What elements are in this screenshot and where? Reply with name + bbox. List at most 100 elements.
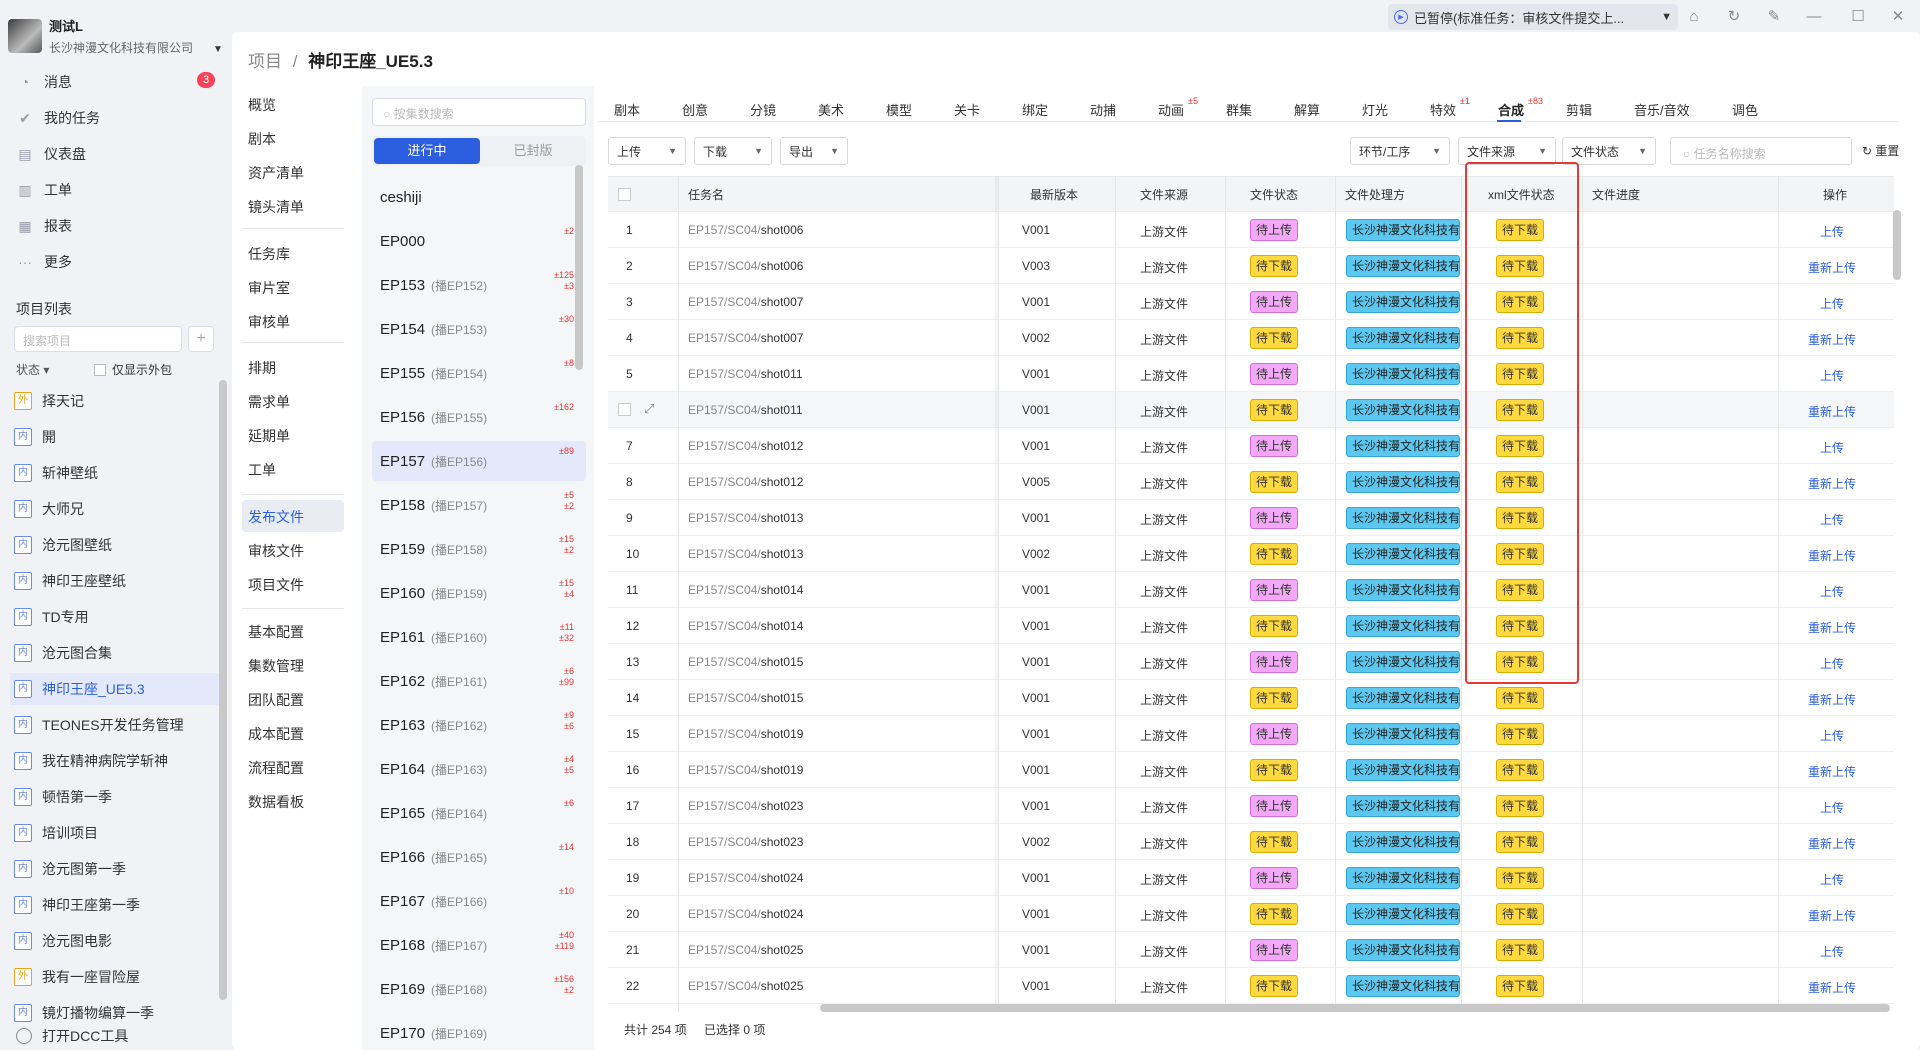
episode-item[interactable]: EP168 (播EP167) ±40 ±119 (372, 925, 586, 965)
project-item[interactable]: 内 TD专用 (10, 601, 222, 633)
project-item[interactable]: 内沧元图合集 (10, 637, 222, 669)
breadcrumb-root[interactable]: 项目 (248, 52, 282, 71)
table-row[interactable]: 1 EP157/SC04/shot006 V001 上游文件 待上传 长沙神漫文化科技有限… (608, 212, 1894, 248)
reupload-link[interactable]: 重新上传 (1808, 259, 1856, 276)
expand-icon[interactable]: ⤢ (644, 401, 654, 417)
reupload-link[interactable]: 重新上传 (1808, 619, 1856, 636)
episode-item[interactable]: EP157 (播EP156) ±89 (372, 441, 586, 481)
export-dropdown[interactable]: 导出 ▼ (780, 137, 848, 165)
episode-item[interactable]: EP164 (播EP163) ±4 ±5 (372, 749, 586, 789)
subnav-item[interactable]: 基本配置 (248, 622, 304, 642)
upload-link[interactable]: 上传 (1820, 367, 1844, 384)
episode-item[interactable]: ceshiji (372, 177, 586, 217)
tab-0[interactable]: 剧本 (614, 100, 640, 119)
reupload-link[interactable]: 重新上传 (1808, 763, 1856, 780)
subnav-item[interactable]: 资产清单 (248, 163, 304, 183)
task-status-pill[interactable]: ▶ 已暂停(标准任务：审核文件提交上... ▼ (1388, 4, 1678, 30)
project-item[interactable]: 内沧元图电影 (10, 925, 222, 957)
episode-item[interactable]: EP165 (播EP164) ±6 (372, 793, 586, 833)
episode-item[interactable]: EP169 (播EP168) ±156 ±2 (372, 969, 586, 1009)
episode-item[interactable]: EP161 (播EP160) ±11 ±32 (372, 617, 586, 657)
episode-item[interactable]: EP162 (播EP161) ±6 ±99 (372, 661, 586, 701)
add-project-button[interactable]: + (188, 326, 214, 352)
episode-item[interactable]: EP170 (播EP169) (372, 1013, 586, 1050)
subnav-item[interactable]: 团队配置 (248, 690, 304, 710)
subnav-item[interactable]: 概览 (248, 95, 276, 115)
project-item[interactable]: 内培训项目 (10, 817, 222, 849)
table-row[interactable]: 13 EP157/SC04/shot015 V001 上游文件 待上传 长沙神漫文化科技有… (608, 644, 1894, 680)
tab-3[interactable]: 美术 (818, 100, 844, 119)
subnav-item[interactable]: 审核单 (248, 312, 290, 332)
subnav-item[interactable]: 审核文件 (248, 541, 304, 561)
nav-item-3[interactable]: ▥ 工单 (16, 180, 72, 200)
episode-item[interactable]: EP155 (播EP154) ±8 (372, 353, 586, 393)
subnav-item[interactable]: 发布文件 (248, 507, 304, 527)
stage-filter[interactable]: 环节/工序 ▼ (1350, 137, 1450, 165)
open-dcc-button[interactable]: 打开DCC工具 (16, 1026, 128, 1046)
close-icon[interactable]: ✕ (1886, 6, 1910, 28)
reupload-link[interactable]: 重新上传 (1808, 403, 1856, 420)
chevron-down-icon[interactable]: ▼ (1661, 11, 1672, 23)
reupload-link[interactable]: 重新上传 (1808, 331, 1856, 348)
subnav-item[interactable]: 任务库 (248, 244, 290, 264)
subnav-item[interactable]: 排期 (248, 358, 276, 378)
project-item[interactable]: 内顿悟第一季 (10, 781, 222, 813)
episode-item[interactable]: EP158 (播EP157) ±5 ±2 (372, 485, 586, 525)
table-row[interactable]: 3 EP157/SC04/shot007 V001 上游文件 待上传 长沙神漫文化科技有限… (608, 284, 1894, 320)
nav-item-4[interactable]: ▦ 报表 (16, 216, 72, 236)
table-row[interactable]: 14 EP157/SC04/shot015 V001 上游文件 待下载 长沙神漫文化科技有… (608, 680, 1894, 716)
project-item[interactable]: 内沧元图壁纸 (10, 529, 222, 561)
project-item[interactable]: 内神印王座第一季 (10, 889, 222, 921)
tab-5[interactable]: 关卡 (954, 100, 980, 119)
reupload-link[interactable]: 重新上传 (1808, 475, 1856, 492)
upload-link[interactable]: 上传 (1820, 799, 1844, 816)
subnav-item[interactable]: 审片室 (248, 278, 290, 298)
project-item[interactable]: 内沧元图第一季 (10, 853, 222, 885)
table-row[interactable]: 7 EP157/SC04/shot012 V001 上游文件 待上传 长沙神漫文化科技有限… (608, 428, 1894, 464)
reupload-link[interactable]: 重新上传 (1808, 691, 1856, 708)
tab-in-progress[interactable]: 进行中 (374, 138, 480, 164)
table-row[interactable]: 5 EP157/SC04/shot011 V001 上游文件 待上传 长沙神漫文化科技有限… (608, 356, 1894, 392)
tab-8[interactable]: 动画 ±5 (1158, 96, 1198, 119)
pin-icon[interactable]: ✎ (1762, 6, 1786, 28)
table-row[interactable]: 12 EP157/SC04/shot014 V001 上游文件 待下载 长沙神漫文化科技有… (608, 608, 1894, 644)
table-row[interactable]: 4 EP157/SC04/shot007 V002 上游文件 待下载 长沙神漫文化科技有限… (608, 320, 1894, 356)
subnav-item[interactable]: 成本配置 (248, 724, 304, 744)
subnav-item[interactable]: 数据看板 (248, 792, 304, 812)
subnav-item[interactable]: 流程配置 (248, 758, 304, 778)
project-item[interactable]: 内斩神壁纸 (10, 457, 222, 489)
project-item[interactable]: 内镜灯播物编算一季 (10, 997, 222, 1029)
project-list-scrollbar[interactable] (219, 380, 227, 1000)
nav-item-0[interactable]: ◔ 消息 (16, 72, 72, 92)
project-search-input[interactable]: 搜索项目 (14, 326, 182, 352)
tab-11[interactable]: 灯光 (1362, 100, 1388, 119)
tab-9[interactable]: 群集 (1226, 100, 1252, 119)
tab-16[interactable]: 调色 (1732, 100, 1758, 119)
upload-link[interactable]: 上传 (1820, 871, 1844, 888)
select-all-checkbox[interactable] (618, 188, 631, 201)
project-item[interactable]: 内神印王座_UE5.3 (10, 673, 222, 705)
tab-4[interactable]: 模型 (886, 100, 912, 119)
upload-link[interactable]: 上传 (1820, 223, 1844, 240)
tab-14[interactable]: 剪辑 (1566, 100, 1592, 119)
upload-link[interactable]: 上传 (1820, 295, 1844, 312)
tab-2[interactable]: 分镜 (750, 100, 776, 119)
subnav-item[interactable]: 工单 (248, 460, 276, 480)
subnav-item[interactable]: 需求单 (248, 392, 290, 412)
reupload-link[interactable]: 重新上传 (1808, 979, 1856, 996)
tab-10[interactable]: 解算 (1294, 100, 1320, 119)
episode-item[interactable]: EP163 (播EP162) ±9 ±6 (372, 705, 586, 745)
status-filter[interactable]: 状态 ▾ (16, 361, 49, 378)
avatar[interactable] (8, 19, 42, 53)
subnav-item[interactable]: 项目文件 (248, 575, 304, 595)
subnav-item[interactable]: 剧本 (248, 129, 276, 149)
horizontal-scrollbar[interactable] (820, 1004, 1890, 1012)
tab-15[interactable]: 音乐/音效 (1634, 100, 1690, 119)
project-item[interactable]: 内我在精神病院学斩神 (10, 745, 222, 777)
table-row[interactable]: 17 EP157/SC04/shot023 V001 上游文件 待上传 长沙神漫文化科技有… (608, 788, 1894, 824)
nav-item-5[interactable]: ··· 更多 (16, 252, 72, 272)
status-filter-dropdown[interactable]: 文件状态 ▼ (1562, 137, 1656, 165)
subnav-item[interactable]: 延期单 (248, 426, 290, 446)
tab-12[interactable]: 特效 ±1 (1430, 96, 1470, 119)
tab-archived[interactable]: 已封版 (480, 138, 586, 164)
